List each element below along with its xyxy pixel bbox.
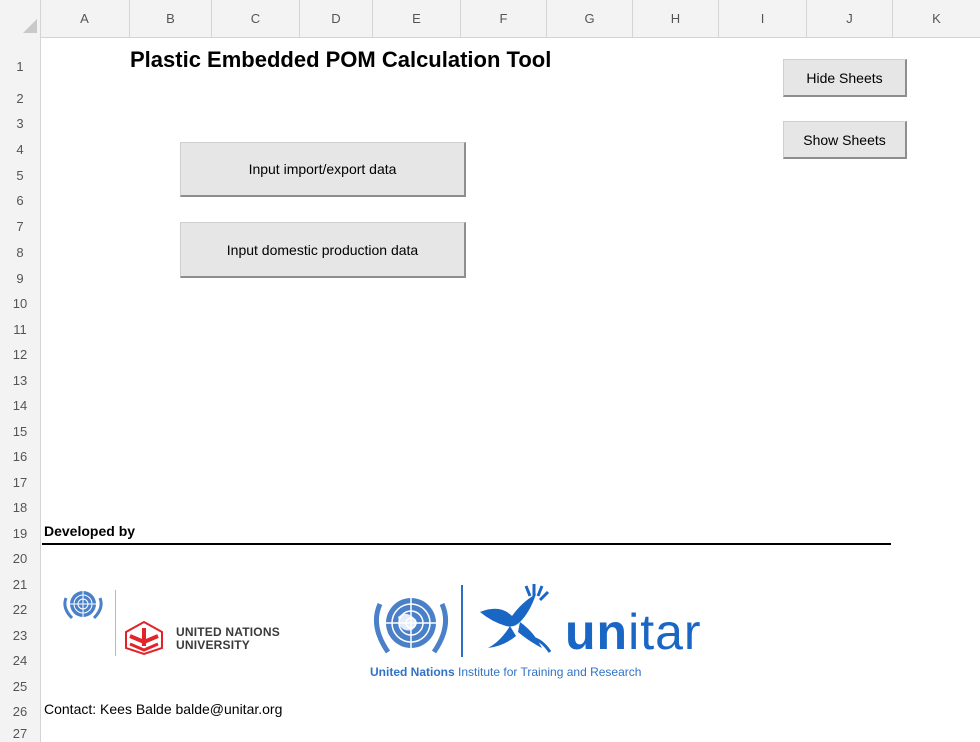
input-domestic-production-button[interactable]: Input domestic production data [180, 222, 466, 278]
column-header-d[interactable]: D [300, 0, 373, 37]
row-header[interactable]: 8 [0, 242, 40, 262]
row-header[interactable]: 5 [0, 165, 40, 185]
row-header[interactable]: 17 [0, 472, 40, 492]
un-emblem-icon [58, 586, 108, 629]
show-sheets-button[interactable]: Show Sheets [783, 121, 907, 159]
unitar-wordmark-bold: un [565, 604, 629, 660]
input-import-export-button[interactable]: Input import/export data [180, 142, 466, 197]
unitar-dove-emblem-icon [470, 582, 560, 667]
row-header[interactable]: 26 [0, 701, 40, 721]
row-header[interactable]: 21 [0, 574, 40, 594]
row-header[interactable]: 9 [0, 268, 40, 288]
column-header-b[interactable]: B [130, 0, 212, 37]
unu-line2: UNIVERSITY [176, 638, 251, 652]
row-header[interactable]: 10 [0, 293, 40, 313]
row-header[interactable]: 22 [0, 599, 40, 619]
column-header-a[interactable]: A [40, 0, 130, 37]
row-header[interactable]: 2 [0, 88, 40, 108]
column-header-i[interactable]: I [719, 0, 807, 37]
un-emblem-icon [368, 590, 454, 665]
row-header[interactable]: 12 [0, 344, 40, 364]
row-header[interactable]: 11 [0, 319, 40, 339]
unitar-wordmark: unitar [565, 603, 702, 661]
spreadsheet: A B C D E F G H I J K 1 2 3 4 5 6 7 8 9 … [0, 0, 980, 742]
unitar-wordmark-light: itar [628, 604, 702, 660]
row-header[interactable]: 18 [0, 497, 40, 517]
row-header[interactable]: 1 [0, 52, 40, 80]
contact-text: Contact: Kees Balde balde@unitar.org [44, 701, 283, 717]
row-header[interactable]: 27 [0, 725, 40, 742]
unu-logo-divider [115, 590, 116, 656]
row-header[interactable]: 19 [0, 523, 40, 543]
column-header-k[interactable]: K [893, 0, 980, 37]
select-all-triangle-icon [23, 19, 37, 33]
row-header[interactable]: 7 [0, 216, 40, 236]
developed-by-underline [42, 543, 891, 545]
hide-sheets-button[interactable]: Hide Sheets [783, 59, 907, 97]
unitar-tagline-rest: Institute for Training and Research [454, 665, 642, 679]
row-header-bar: 1 2 3 4 5 6 7 8 9 10 11 12 13 14 15 16 1… [0, 37, 41, 742]
developed-by-label: Developed by [44, 523, 136, 539]
row-header[interactable]: 6 [0, 190, 40, 210]
select-all-corner[interactable] [0, 0, 41, 37]
row-header[interactable]: 24 [0, 650, 40, 670]
row-header[interactable]: 15 [0, 421, 40, 441]
row-header[interactable]: 25 [0, 676, 40, 696]
page-title: Plastic Embedded POM Calculation Tool [130, 47, 552, 72]
column-header-h[interactable]: H [633, 0, 719, 37]
row-header[interactable]: 23 [0, 625, 40, 645]
row-header[interactable]: 16 [0, 446, 40, 466]
unitar-tagline: United Nations Institute for Training an… [370, 665, 641, 679]
unu-wordmark: UNITED NATIONS UNIVERSITY [176, 626, 280, 652]
unitar-logo-divider [461, 585, 463, 657]
column-header-g[interactable]: G [547, 0, 633, 37]
row-header[interactable]: 14 [0, 395, 40, 415]
column-header-j[interactable]: J [807, 0, 893, 37]
unitar-tagline-bold: United Nations [370, 665, 455, 679]
row-header[interactable]: 4 [0, 139, 40, 159]
row-header[interactable]: 20 [0, 548, 40, 568]
row-header[interactable]: 3 [0, 113, 40, 133]
row-header[interactable]: 13 [0, 370, 40, 390]
column-header-e[interactable]: E [373, 0, 461, 37]
column-header-c[interactable]: C [212, 0, 300, 37]
column-header-f[interactable]: F [461, 0, 547, 37]
unu-emblem-icon [122, 620, 166, 661]
column-header-bar: A B C D E F G H I J K [0, 0, 980, 38]
